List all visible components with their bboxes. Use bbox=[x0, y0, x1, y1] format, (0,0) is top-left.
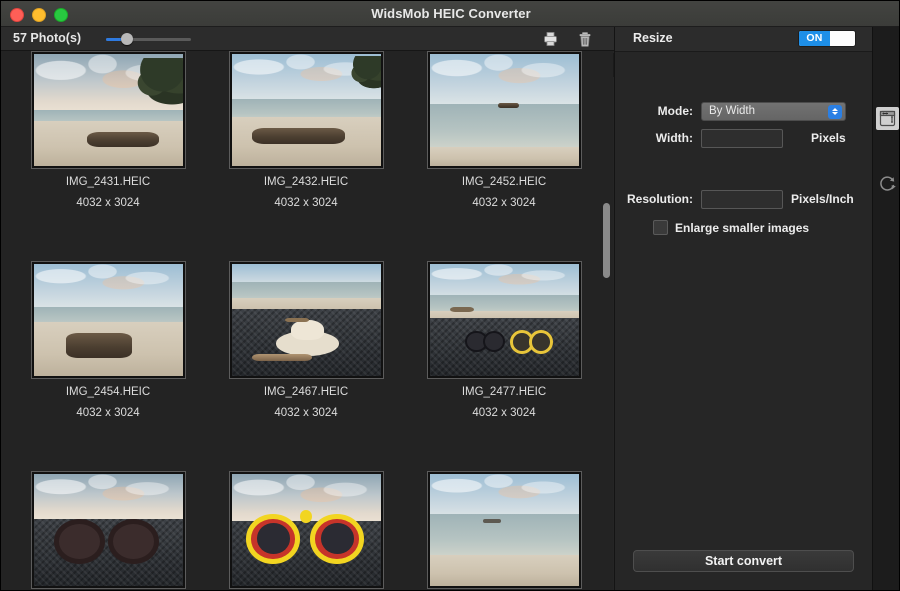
photo-thumbnail[interactable] bbox=[30, 261, 186, 379]
chevron-updown-icon bbox=[828, 104, 842, 119]
photo-item[interactable]: IMG_2480.HEIC 4032 x 3024 bbox=[17, 471, 199, 590]
mode-select-value: By Width bbox=[709, 105, 756, 117]
photo-dimensions: 4032 x 3024 bbox=[76, 407, 140, 419]
photo-item[interactable]: IMG_2467.HEIC 4032 x 3024 bbox=[215, 261, 397, 471]
resolution-label: Resolution: bbox=[627, 192, 693, 206]
photo-dimensions: 4032 x 3024 bbox=[274, 197, 338, 209]
photo-name: IMG_2454.HEIC bbox=[65, 386, 151, 398]
grid-row: IMG_2454.HEIC 4032 x 3024 IMG_2467.HEIC … bbox=[1, 261, 597, 471]
width-label: Width: bbox=[655, 131, 693, 145]
enlarge-smaller-images-checkbox[interactable]: Enlarge smaller images bbox=[653, 220, 809, 235]
photo-name: IMG_2432.HEIC bbox=[263, 176, 349, 188]
panel-header: Resize ON bbox=[615, 27, 872, 52]
start-convert-button[interactable]: Start convert bbox=[633, 550, 854, 572]
resize-panel: Resize ON Mode: By Width Width: Pixels R… bbox=[614, 27, 872, 590]
enlarge-label: Enlarge smaller images bbox=[675, 220, 810, 235]
panel-body: Mode: By Width Width: Pixels Resolution:… bbox=[615, 52, 872, 590]
slider-knob[interactable] bbox=[121, 33, 134, 45]
photo-item[interactable]: IMG_2483.HEIC 4032 x 3024 bbox=[413, 471, 595, 590]
photo-item[interactable]: IMG_2454.HEIC 4032 x 3024 bbox=[17, 261, 199, 471]
titlebar: WidsMob HEIC Converter bbox=[1, 1, 899, 27]
photo-thumbnail[interactable] bbox=[30, 471, 186, 589]
photo-item[interactable]: IMG_2477.HEIC 4032 x 3024 bbox=[413, 261, 595, 471]
width-input[interactable] bbox=[701, 129, 783, 148]
photo-thumbnail[interactable] bbox=[426, 51, 582, 169]
photo-name: IMG_2477.HEIC bbox=[461, 386, 547, 398]
photo-dimensions: 4032 x 3024 bbox=[472, 197, 536, 209]
trash-icon[interactable] bbox=[574, 29, 596, 49]
photo-thumbnail[interactable] bbox=[228, 51, 384, 169]
grid-row: IMG_2480.HEIC 4032 x 3024 bbox=[1, 471, 597, 590]
photo-grid-pane[interactable]: IMG_2431.HEIC 4032 x 3024 IMG_2432.HEIC … bbox=[1, 51, 613, 590]
photo-thumbnail[interactable] bbox=[426, 471, 582, 589]
resize-icon[interactable] bbox=[876, 107, 899, 130]
toggle-on-label: ON bbox=[799, 31, 830, 46]
mode-label: Mode: bbox=[657, 104, 693, 118]
printer-icon[interactable] bbox=[539, 29, 561, 49]
width-unit-label: Pixels bbox=[811, 131, 846, 145]
photo-count-label: 57 Photo(s) bbox=[13, 31, 82, 45]
resize-toggle[interactable]: ON bbox=[798, 30, 856, 47]
resolution-unit-label: Pixels/Inch bbox=[791, 192, 854, 206]
photo-dimensions: 4032 x 3024 bbox=[472, 407, 536, 419]
photo-thumbnail[interactable] bbox=[228, 261, 384, 379]
photo-item[interactable]: IMG_2481.HEIC 4032 x 3024 bbox=[215, 471, 397, 590]
resolution-input[interactable] bbox=[701, 190, 783, 209]
photo-dimensions: 4032 x 3024 bbox=[274, 407, 338, 419]
photo-item[interactable]: IMG_2432.HEIC 4032 x 3024 bbox=[215, 51, 397, 261]
photo-item[interactable]: IMG_2452.HEIC 4032 x 3024 bbox=[413, 51, 595, 261]
photo-name: IMG_2452.HEIC bbox=[461, 176, 547, 188]
photo-thumbnail[interactable] bbox=[228, 471, 384, 589]
photo-grid: IMG_2431.HEIC 4032 x 3024 IMG_2432.HEIC … bbox=[1, 51, 597, 590]
scrollbar-thumb[interactable] bbox=[603, 203, 610, 278]
photo-thumbnail[interactable] bbox=[30, 51, 186, 169]
photo-name: IMG_2467.HEIC bbox=[263, 386, 349, 398]
photo-name: IMG_2431.HEIC bbox=[65, 176, 151, 188]
thumbnail-size-slider[interactable] bbox=[106, 33, 191, 45]
photo-item[interactable]: IMG_2431.HEIC 4032 x 3024 bbox=[17, 51, 199, 261]
grid-row: IMG_2431.HEIC 4032 x 3024 IMG_2432.HEIC … bbox=[1, 51, 597, 261]
app-window: WidsMob HEIC Converter 57 Photo(s) IMG_2… bbox=[0, 0, 900, 591]
panel-title: Resize bbox=[633, 31, 673, 45]
photo-thumbnail[interactable] bbox=[426, 261, 582, 379]
grid-scrollbar[interactable] bbox=[599, 51, 613, 590]
photo-dimensions: 4032 x 3024 bbox=[76, 197, 140, 209]
checkbox-box-icon bbox=[653, 220, 668, 235]
tool-rail bbox=[872, 27, 899, 590]
window-title: WidsMob HEIC Converter bbox=[371, 6, 531, 21]
rotate-icon[interactable] bbox=[876, 172, 899, 195]
mode-select[interactable]: By Width bbox=[701, 102, 846, 121]
